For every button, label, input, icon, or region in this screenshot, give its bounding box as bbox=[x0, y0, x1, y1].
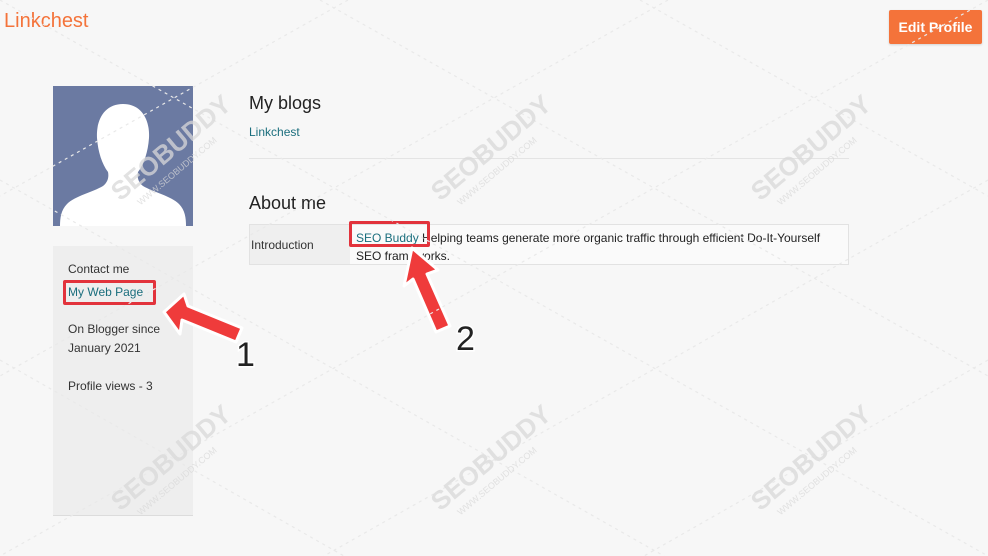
about-me-heading: About me bbox=[249, 193, 327, 213]
avatar bbox=[53, 86, 193, 226]
seo-buddy-highlight-box bbox=[349, 221, 430, 247]
blogger-since-date: January 2021 bbox=[68, 341, 141, 355]
blogger-since-label: On Blogger since bbox=[68, 322, 161, 336]
watermark-subtext: WWW.SEOBUDDY.COM bbox=[455, 135, 538, 207]
my-blogs-heading: My blogs bbox=[249, 93, 322, 113]
contact-label: Contact me bbox=[68, 262, 130, 276]
section-divider bbox=[249, 158, 849, 159]
arrow-2-label: 2 bbox=[456, 320, 475, 355]
brand-link[interactable]: Linkchest bbox=[4, 10, 89, 33]
watermark-text: SEOBUDDY bbox=[425, 89, 557, 207]
introduction-label: Introduction bbox=[250, 225, 350, 264]
blog-link[interactable]: Linkchest bbox=[249, 125, 300, 139]
about-table: Introduction SEO Buddy Helping teams gen… bbox=[249, 224, 849, 265]
watermark-subtext: WWW.SEOBUDDY.COM bbox=[775, 135, 858, 207]
watermark-text: SEOBUDDY bbox=[425, 399, 557, 517]
default-user-silhouette-icon bbox=[60, 104, 186, 226]
edit-profile-button[interactable]: Edit Profile bbox=[889, 10, 982, 44]
watermark-subtext: WWW.SEOBUDDY.COM bbox=[455, 445, 538, 517]
watermark-text: SEOBUDDY bbox=[745, 399, 877, 517]
watermark-subtext: WWW.SEOBUDDY.COM bbox=[775, 445, 858, 517]
watermark-text: SEOBUDDY bbox=[745, 89, 877, 207]
web-page-highlight-box bbox=[63, 280, 156, 305]
profile-views: Profile views - 3 bbox=[68, 379, 153, 393]
arrow-1-label: 1 bbox=[236, 336, 255, 374]
